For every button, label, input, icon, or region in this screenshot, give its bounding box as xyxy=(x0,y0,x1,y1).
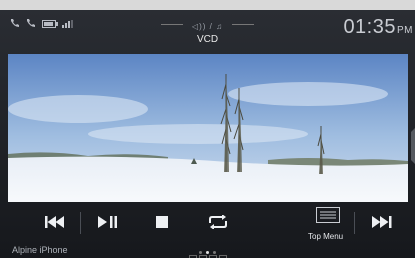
menu-icon xyxy=(316,207,340,223)
head-unit-screen: ◁)) / ♫ VCD 01:35PM Top Menu Alpine iPho… xyxy=(0,10,415,258)
clock-ampm: PM xyxy=(397,25,413,36)
status-bar: ◁)) / ♫ VCD 01:35PM xyxy=(0,10,415,50)
previous-track-button[interactable] xyxy=(34,204,76,240)
repeat-button[interactable] xyxy=(196,204,240,240)
stop-icon xyxy=(156,216,168,228)
stop-button[interactable] xyxy=(142,204,182,240)
play-pause-button[interactable] xyxy=(88,204,128,240)
next-icon xyxy=(372,216,392,228)
play-pause-icon xyxy=(98,216,117,228)
playback-controls xyxy=(0,204,415,240)
app-switcher[interactable] xyxy=(0,250,415,258)
side-panel-tab[interactable] xyxy=(409,128,415,164)
video-frame-image xyxy=(8,54,408,202)
next-track-button[interactable] xyxy=(362,204,402,240)
repeat-icon xyxy=(209,215,227,229)
bottom-bar: Alpine iPhone xyxy=(0,242,415,258)
clock: 01:35PM xyxy=(343,16,413,39)
video-display[interactable] xyxy=(8,54,408,202)
clock-time: 01:35 xyxy=(343,16,396,38)
audio-icon: ◁)) / ♫ xyxy=(191,22,224,31)
prev-icon xyxy=(45,216,64,228)
top-menu-label: Top Menu xyxy=(308,232,344,241)
